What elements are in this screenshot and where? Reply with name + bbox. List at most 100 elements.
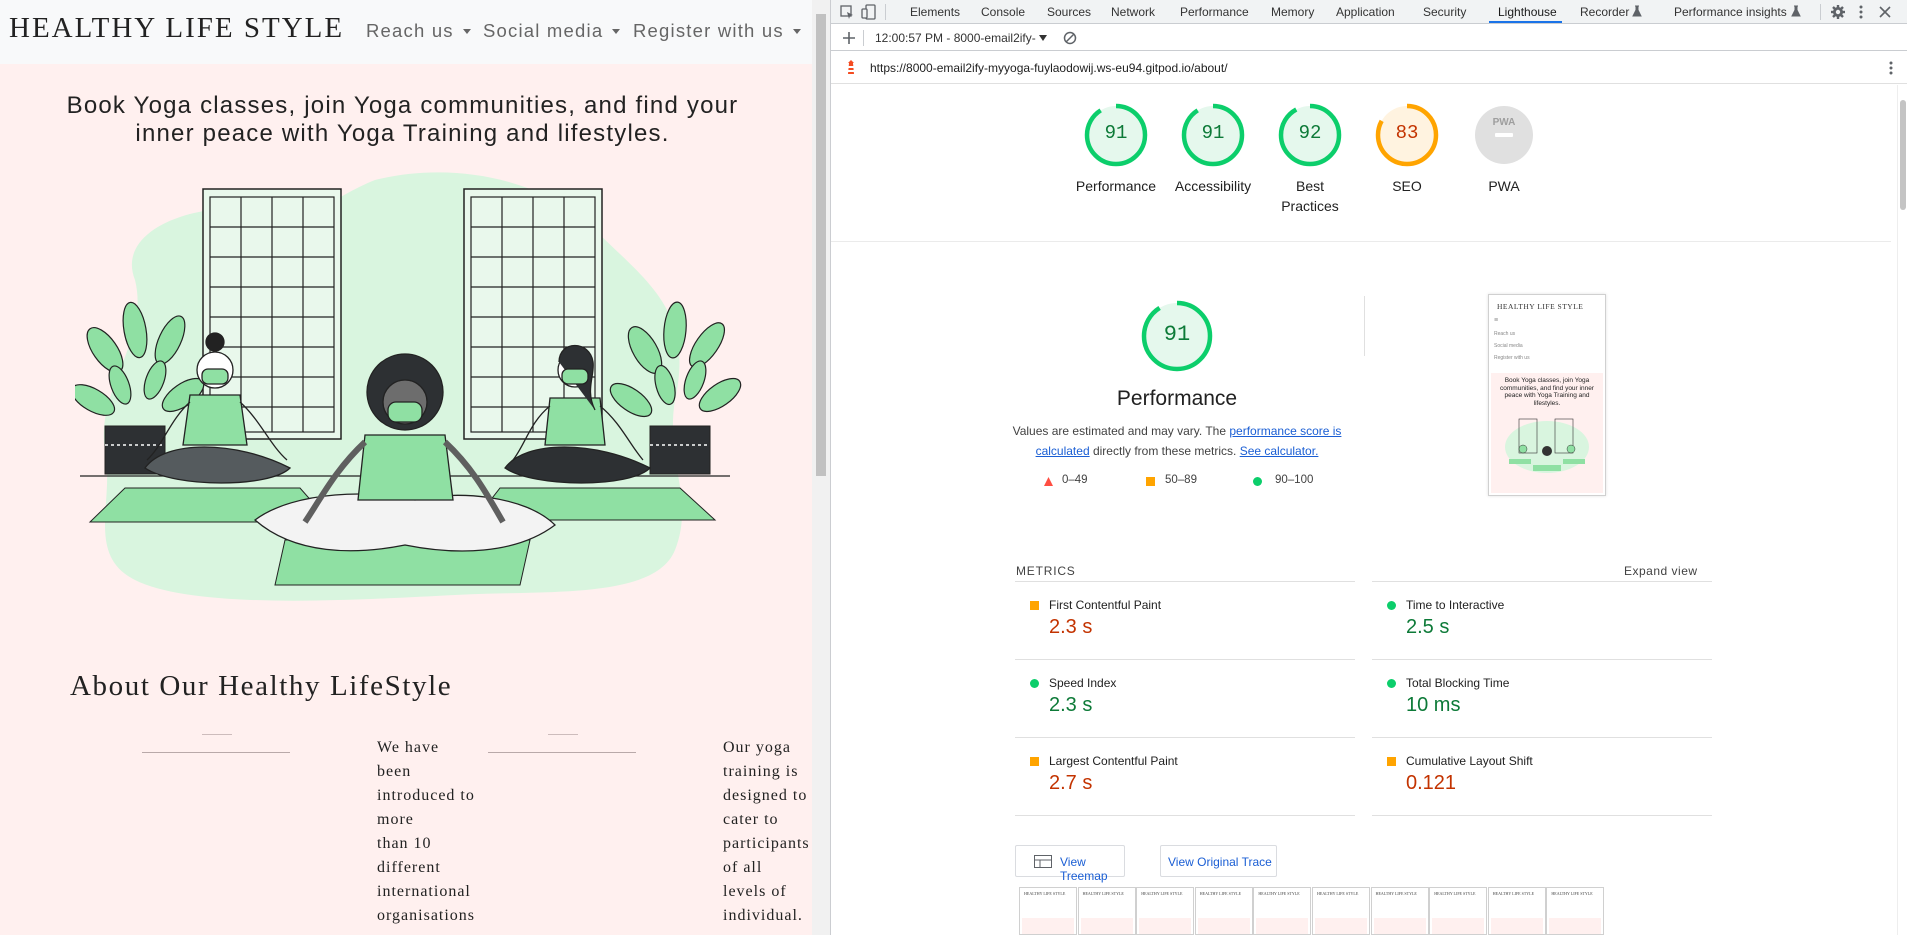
metric-value: 2.3 s: [1049, 616, 1093, 638]
filmstrip-frame[interactable]: HEALTHY LIFE STYLE Book Yoga classes, joi…: [1019, 887, 1077, 935]
frame-hero: Book Yoga classes, join Yoga communities…: [1139, 918, 1192, 934]
final-screenshot[interactable]: HEALTHY LIFE STYLE ≡ Reach us Social med…: [1488, 294, 1606, 496]
gauge-accessibility[interactable]: 91 Accessibility: [1175, 103, 1251, 194]
metric-label: Speed Index: [1049, 676, 1117, 690]
about-divider: [488, 752, 636, 753]
scrollbar-thumb[interactable]: [816, 14, 826, 476]
frame-hero: Book Yoga classes, join Yoga communities…: [1022, 918, 1074, 934]
frame-hero: Book Yoga classes, join Yoga communities…: [1549, 918, 1602, 934]
gauge-ring: PWA: [1475, 106, 1533, 164]
performance-description: Values are estimated and may vary. The p…: [1009, 421, 1345, 461]
scrollbar-thumb[interactable]: [1900, 100, 1906, 210]
view-original-trace-label: View Original Trace: [1168, 855, 1272, 869]
tab-application[interactable]: Application: [1336, 5, 1395, 19]
nav-register[interactable]: Register with us: [633, 20, 801, 42]
legend-fail-range: 0–49: [1062, 474, 1088, 486]
experimental-flask-icon: [1632, 5, 1642, 17]
gauge-performance[interactable]: 91 Performance: [1076, 103, 1156, 194]
screenshot-illustration: [1505, 418, 1589, 473]
settings-gear-icon[interactable]: [1830, 4, 1846, 20]
frame-brand: HEALTHY LIFE STYLE: [1317, 891, 1359, 896]
tab-elements[interactable]: Elements: [910, 5, 960, 19]
inspect-icon[interactable]: [839, 4, 855, 20]
filmstrip-frame[interactable]: HEALTHY LIFE STYLE Book Yoga classes, joi…: [1253, 887, 1312, 935]
filmstrip-frame[interactable]: HEALTHY LIFE STYLE Book Yoga classes, joi…: [1429, 887, 1488, 935]
tab-performance-insights[interactable]: Performance insights: [1674, 5, 1787, 19]
about-text-line: more: [377, 811, 414, 828]
active-tab-indicator: [1489, 21, 1562, 23]
report-menu-icon[interactable]: [1883, 60, 1899, 76]
filmstrip-frame[interactable]: HEALTHY LIFE STYLE Book Yoga classes, joi…: [1370, 887, 1429, 935]
metric-speed-index: Speed Index 2.3 s: [1015, 659, 1345, 737]
hamburger-icon: ≡: [1494, 317, 1499, 324]
filmstrip-frame[interactable]: HEALTHY LIFE STYLE Book Yoga classes, joi…: [1546, 887, 1605, 935]
see-calculator-link[interactable]: See calculator.: [1240, 444, 1319, 458]
metric-largest-contentful-paint: Largest Contentful Paint 2.7 s: [1015, 737, 1345, 815]
filmstrip-frame[interactable]: HEALTHY LIFE STYLE Book Yoga classes, joi…: [1136, 887, 1195, 935]
pwa-badge-text: PWA: [1493, 117, 1516, 128]
filmstrip-frame[interactable]: HEALTHY LIFE STYLE Book Yoga classes, joi…: [1194, 887, 1253, 935]
gauge-best-practices[interactable]: 92 Best Practices: [1278, 103, 1342, 214]
about-text-line: of all: [723, 859, 763, 876]
about-text-line: international: [377, 883, 471, 900]
view-treemap-button[interactable]: View Treemap: [1015, 845, 1125, 883]
tab-memory[interactable]: Memory: [1271, 5, 1314, 19]
site-brand[interactable]: HEALTHY LIFE STYLE: [9, 12, 344, 45]
gauge-pwa[interactable]: PWA PWA: [1472, 103, 1536, 194]
frame-hero: Book Yoga classes, join Yoga communities…: [1490, 918, 1543, 934]
about-divider-tick: [202, 734, 232, 735]
about-text-line: levels of: [723, 883, 787, 900]
tab-lighthouse[interactable]: Lighthouse: [1498, 5, 1557, 19]
metric-first-contentful-paint: First Contentful Paint 2.3 s: [1015, 581, 1345, 659]
metric-label: Total Blocking Time: [1406, 676, 1510, 690]
filmstrip-frame[interactable]: HEALTHY LIFE STYLE Book Yoga classes, joi…: [1487, 887, 1546, 935]
pass-circle-icon: [1030, 679, 1039, 688]
metric-label: Time to Interactive: [1406, 598, 1505, 612]
report-url-bar: https://8000-email2ify-myyoga-fuylaodowi…: [831, 52, 1907, 84]
expand-view-toggle[interactable]: Expand view: [1624, 564, 1698, 578]
new-report-plus-icon[interactable]: [841, 30, 857, 46]
tab-network[interactable]: Network: [1111, 5, 1155, 19]
metric-value: 2.5 s: [1406, 616, 1450, 638]
legend-fail-triangle-icon: [1044, 477, 1053, 486]
tab-sources[interactable]: Sources: [1047, 5, 1091, 19]
nav-reach-us[interactable]: Reach us: [366, 20, 471, 42]
metric-label: First Contentful Paint: [1049, 598, 1162, 612]
more-options-icon[interactable]: [1853, 4, 1869, 20]
report-url[interactable]: https://8000-email2ify-myyoga-fuylaodowi…: [870, 61, 1228, 75]
tab-recorder[interactable]: Recorder: [1580, 5, 1629, 19]
metric-label: Cumulative Layout Shift: [1406, 754, 1533, 768]
toolbar-separator: [885, 4, 886, 20]
metric-rule: [1015, 815, 1355, 816]
gauge-seo[interactable]: 83 SEO: [1375, 103, 1439, 194]
metric-value: 0.121: [1406, 772, 1457, 794]
experimental-flask-icon: [1791, 5, 1801, 17]
frame-brand: HEALTHY LIFE STYLE: [1258, 891, 1300, 896]
about-heading: About Our Healthy LifeStyle: [70, 670, 453, 702]
frame-hero: Book Yoga classes, join Yoga communities…: [1197, 918, 1250, 934]
clear-reports-icon[interactable]: [1062, 30, 1078, 46]
filmstrip-frame[interactable]: HEALTHY LIFE STYLE Book Yoga classes, joi…: [1312, 887, 1370, 935]
tab-performance[interactable]: Performance: [1180, 5, 1249, 19]
performance-title: Performance: [1116, 387, 1238, 410]
screenshot-menu-item: Register with us: [1494, 355, 1530, 361]
tab-console[interactable]: Console: [981, 5, 1025, 19]
metric-time-to-interactive: Time to Interactive 2.5 s: [1372, 581, 1702, 659]
report-scrollbar[interactable]: [1897, 85, 1907, 935]
filmstrip-frame[interactable]: HEALTHY LIFE STYLE Book Yoga classes, joi…: [1077, 887, 1136, 935]
website-scrollbar[interactable]: [812, 0, 830, 935]
close-icon[interactable]: [1877, 4, 1893, 20]
frame-hero: Book Yoga classes, join Yoga communities…: [1256, 918, 1309, 934]
about-text-line: designed to: [723, 787, 808, 804]
devtools-tabbar: Elements Console Sources Network Perform…: [831, 0, 1907, 24]
about-text-line: We have: [377, 739, 440, 756]
lighthouse-toolbar: 12:00:57 PM - 8000-email2ify-: [831, 25, 1907, 51]
dropdown-arrow-icon[interactable]: [1038, 33, 1048, 43]
report-select-dropdown[interactable]: 12:00:57 PM - 8000-email2ify-: [875, 31, 1036, 45]
gauge-label: PWA: [1488, 178, 1520, 194]
gauge-score: 91: [1201, 122, 1225, 144]
device-toolbar-icon[interactable]: [861, 4, 877, 20]
nav-social-media[interactable]: Social media: [483, 20, 620, 42]
tab-security[interactable]: Security: [1423, 5, 1466, 19]
view-original-trace-button[interactable]: View Original Trace: [1160, 845, 1277, 877]
